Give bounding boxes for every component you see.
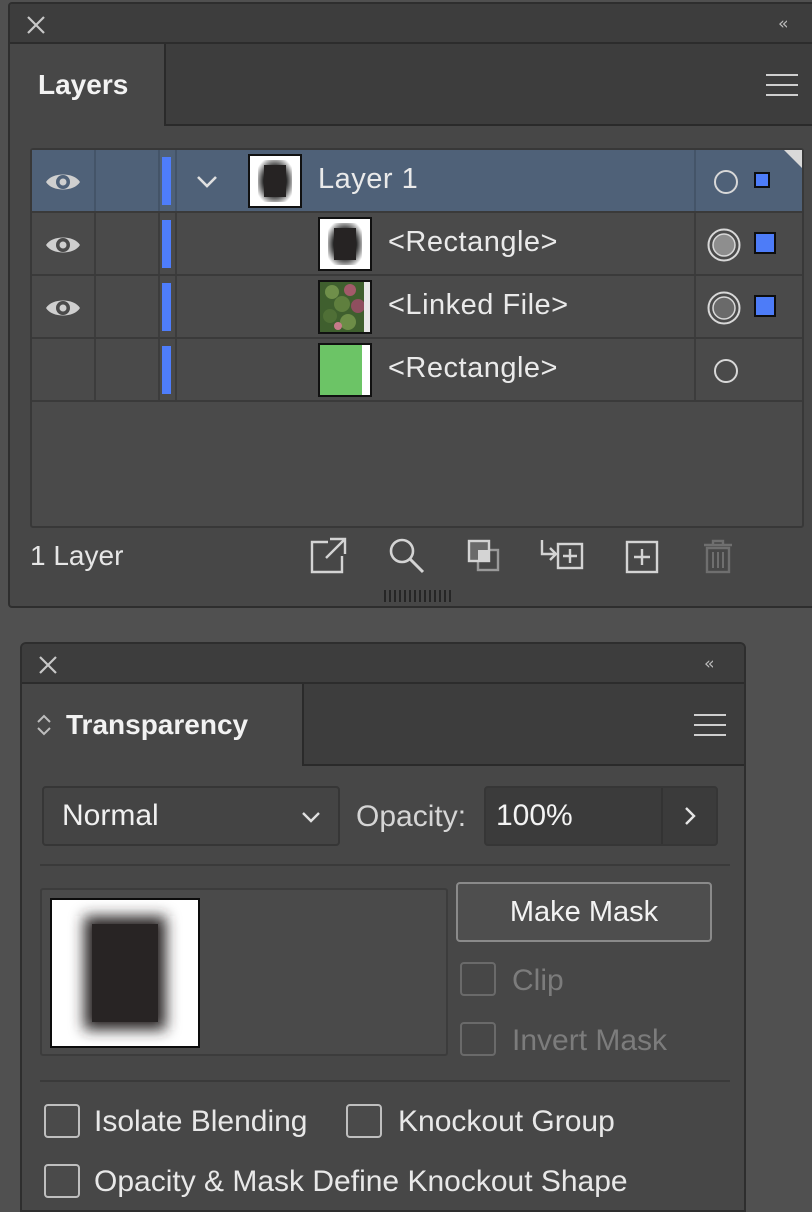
tab-label: Layers <box>38 69 129 100</box>
item-thumbnail <box>318 343 372 397</box>
new-sublayer-icon[interactable] <box>538 536 588 581</box>
item-name: <Linked File> <box>388 289 569 321</box>
layer-color-bar <box>162 346 171 394</box>
visibility-eye-icon[interactable] <box>44 232 82 263</box>
linked-image-thumbnail <box>318 280 372 334</box>
options-toggle-icon[interactable] <box>36 713 52 737</box>
transparency-tabstrip: Transparency <box>22 684 744 766</box>
layer-row-layer-1[interactable]: Layer 1 <box>32 150 802 213</box>
target-circle-icon[interactable] <box>712 357 740 390</box>
isolate-blending-label: Isolate Blending <box>94 1105 308 1138</box>
layer-color-bar <box>162 220 171 268</box>
tab-layers[interactable]: Layers <box>10 44 166 126</box>
blend-mode-value: Normal <box>62 799 159 832</box>
target-appearance-icon[interactable] <box>706 290 742 331</box>
resize-grip[interactable] <box>384 590 451 602</box>
layer-row-rectangle[interactable]: <Rectangle> <box>32 213 802 276</box>
export-icon[interactable] <box>308 536 350 581</box>
search-icon[interactable] <box>386 536 428 581</box>
layer-color-bar <box>162 283 171 331</box>
panel-menu-icon[interactable] <box>694 714 726 736</box>
transparency-panel: ‹‹ Transparency Normal Opacity: 100% Mak… <box>20 642 746 1212</box>
clip-checkbox[interactable] <box>460 962 496 996</box>
isolate-blending-checkbox[interactable] <box>44 1104 80 1138</box>
close-icon[interactable] <box>34 651 62 679</box>
layer-name: Layer 1 <box>318 163 419 195</box>
knockout-group-checkbox[interactable] <box>346 1104 382 1138</box>
layers-panel: ‹‹ Layers Layer 1 <Rectangle> <Linked Fi… <box>8 2 812 608</box>
make-mask-button[interactable]: Make Mask <box>456 882 712 942</box>
visibility-eye-icon[interactable] <box>44 169 82 200</box>
panel-menu-icon[interactable] <box>766 74 798 96</box>
chevron-down-icon[interactable] <box>194 168 220 199</box>
object-thumbnail[interactable] <box>50 898 200 1048</box>
layer-count: 1 Layer <box>30 540 124 571</box>
selection-indicator[interactable] <box>754 172 770 188</box>
clip-label: Clip <box>512 964 564 997</box>
opacity-field[interactable]: 100% <box>484 786 718 846</box>
layers-tabstrip: Layers <box>10 44 812 126</box>
mask-preview-area <box>40 888 448 1056</box>
selection-corner-icon <box>784 150 802 168</box>
target-appearance-icon[interactable] <box>706 227 742 268</box>
opacity-label: Opacity: <box>356 800 467 833</box>
chevron-down-icon <box>302 812 320 823</box>
opacity-value: 100% <box>496 799 573 832</box>
layers-list: Layer 1 <Rectangle> <Linked File> <Recta… <box>30 148 804 528</box>
layer-row-linked-file[interactable]: <Linked File> <box>32 276 802 339</box>
close-icon[interactable] <box>22 11 50 39</box>
visibility-eye-icon[interactable] <box>44 295 82 326</box>
layer-row-rectangle-hidden[interactable]: <Rectangle> <box>32 339 802 402</box>
layers-titlebar: ‹‹ <box>10 4 812 44</box>
trash-icon <box>698 536 740 581</box>
opacity-slider-button[interactable] <box>661 788 716 844</box>
selection-indicator[interactable] <box>754 232 776 254</box>
target-circle-icon[interactable] <box>712 168 740 201</box>
invert-mask-checkbox[interactable] <box>460 1022 496 1056</box>
transparency-titlebar: ‹‹ <box>22 644 744 684</box>
layer-color-bar <box>162 157 171 205</box>
selection-indicator[interactable] <box>754 295 776 317</box>
tab-transparency[interactable]: Transparency <box>22 684 304 766</box>
item-thumbnail <box>318 217 372 271</box>
knockout-shape-checkbox[interactable] <box>44 1164 80 1198</box>
layer-thumbnail <box>248 154 302 208</box>
collapse-panel-icon[interactable]: ‹‹ <box>704 654 714 674</box>
tab-label: Transparency <box>66 709 249 740</box>
item-name: <Rectangle> <box>388 226 558 258</box>
knockout-group-label: Knockout Group <box>398 1105 615 1138</box>
invert-mask-label: Invert Mask <box>512 1024 668 1057</box>
item-name: <Rectangle> <box>388 352 558 384</box>
chevron-right-icon <box>684 807 696 825</box>
blend-mode-dropdown[interactable]: Normal <box>42 786 340 846</box>
make-clipping-mask-icon[interactable] <box>464 536 506 581</box>
knockout-shape-label: Opacity & Mask Define Knockout Shape <box>94 1165 628 1198</box>
new-layer-icon[interactable] <box>622 536 664 581</box>
collapse-panel-icon[interactable]: ‹‹ <box>778 14 788 34</box>
